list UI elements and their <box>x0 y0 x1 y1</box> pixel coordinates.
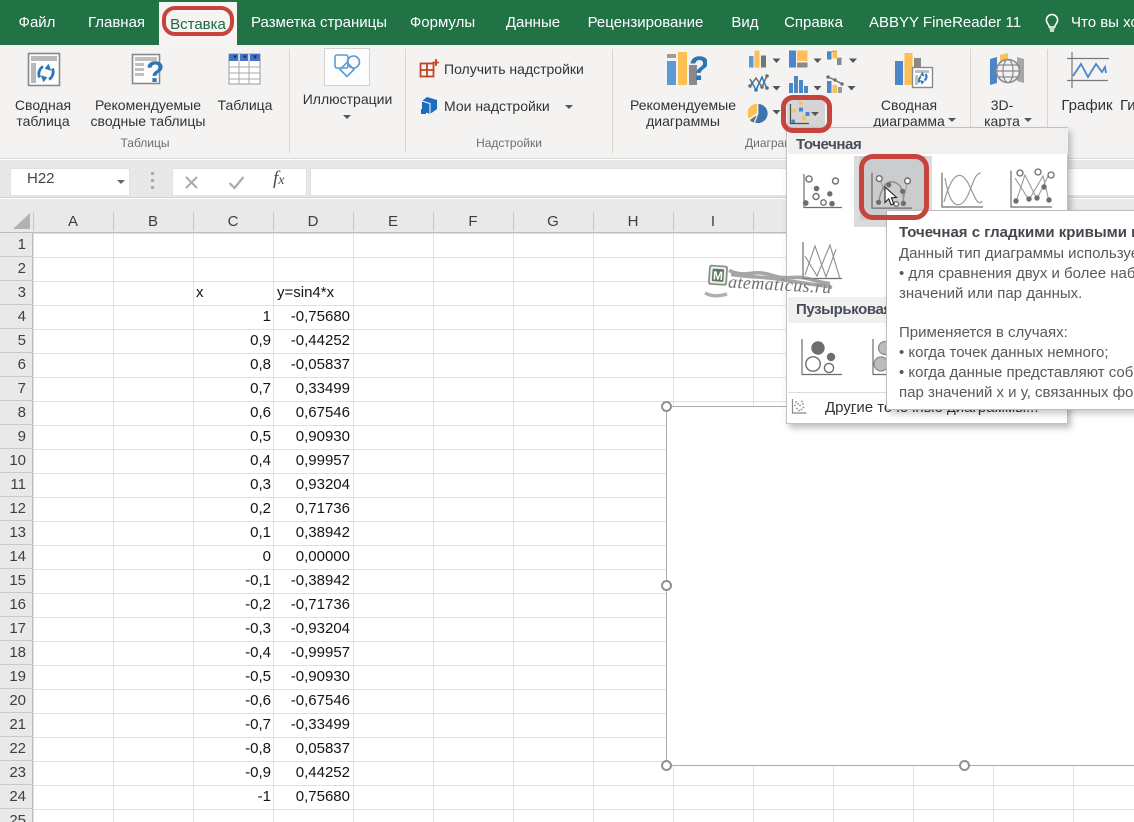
svg-text:?: ? <box>689 51 707 88</box>
svg-text:M: M <box>712 268 723 283</box>
svg-text:?: ? <box>146 56 164 88</box>
